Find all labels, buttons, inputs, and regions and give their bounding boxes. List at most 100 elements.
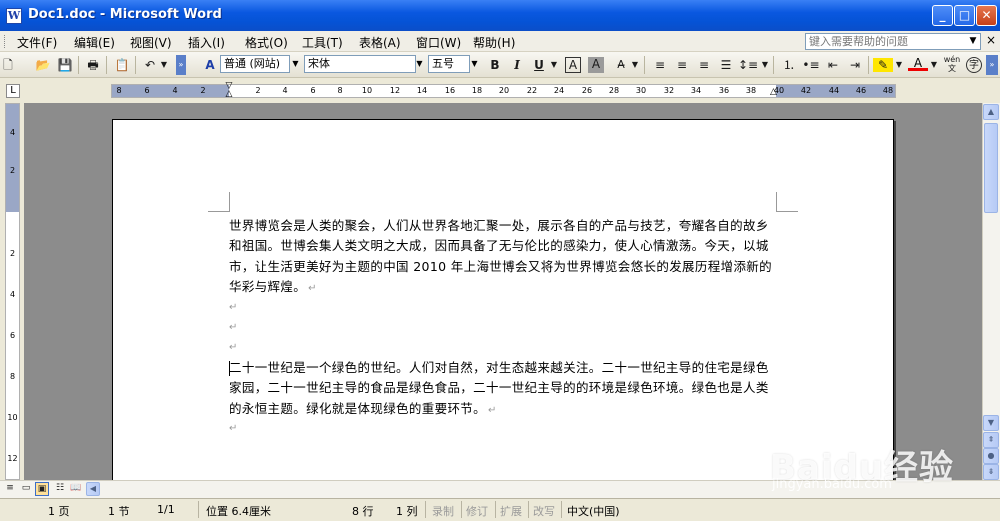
crop-mark-top-left <box>208 192 230 212</box>
vruler-tick: 2 <box>9 249 16 258</box>
ruler-tick: 26 <box>581 86 593 95</box>
ruler-tick: 38 <box>745 86 757 95</box>
normal-view-icon[interactable]: ≡ <box>3 482 17 496</box>
select-browse-object-icon[interactable]: ● <box>983 448 999 464</box>
menu-help[interactable]: 帮助(H) <box>473 34 515 51</box>
menu-grip[interactable] <box>4 35 6 48</box>
status-position: 位置 6.4厘米 <box>206 505 271 518</box>
status-language[interactable]: 中文(中国) <box>567 503 620 519</box>
paragraph-2[interactable]: 二十一世纪是一个绿色的世纪。人们对自然，对生态越来越关注。二十一世纪主导的住宅是… <box>229 358 777 421</box>
maximize-button[interactable]: □ <box>954 5 975 26</box>
font-size-combo[interactable]: 五号 <box>428 55 470 73</box>
toolbar-options-icon[interactable]: » <box>176 55 186 75</box>
status-extend-selection[interactable]: 扩展 <box>500 503 522 519</box>
right-indent-marker[interactable]: △ <box>770 87 777 97</box>
italic-button[interactable]: I <box>507 55 527 75</box>
undo-icon[interactable]: ↶ <box>140 55 160 75</box>
decrease-indent-icon[interactable]: ⇤ <box>823 55 843 75</box>
enclose-characters-button[interactable]: 字 <box>966 57 982 73</box>
font-dropdown-icon[interactable]: ▼ <box>414 56 425 72</box>
align-right-icon[interactable]: ≡ <box>694 55 714 75</box>
toolbar-separator <box>868 56 869 74</box>
next-page-icon[interactable]: ⇟ <box>983 464 999 480</box>
save-icon[interactable]: 💾 <box>55 55 75 75</box>
vruler-tick: 6 <box>9 331 16 340</box>
ruler-tick: 28 <box>608 86 620 95</box>
highlight-icon[interactable]: ✎ <box>873 58 893 72</box>
menu-file[interactable]: 文件(F) <box>17 34 57 51</box>
previous-page-icon[interactable]: ⇞ <box>983 432 999 448</box>
font-size-dropdown-icon[interactable]: ▼ <box>469 56 480 72</box>
highlight-dropdown-icon[interactable]: ▼ <box>894 55 904 75</box>
font-combo[interactable]: 宋体 <box>304 55 416 73</box>
outline-view-icon[interactable]: ☷ <box>53 482 67 496</box>
character-border-button[interactable]: A <box>565 57 581 73</box>
increase-indent-icon[interactable]: ⇥ <box>845 55 865 75</box>
empty-paragraph-mark[interactable]: ↵ <box>229 423 237 434</box>
font-color-button[interactable]: A <box>908 55 928 71</box>
menu-tools[interactable]: 工具(T) <box>302 34 343 51</box>
new-document-icon[interactable]: 🗋 <box>2 55 14 75</box>
print-layout-view-icon[interactable]: ▣ <box>35 482 49 496</box>
font-color-dropdown-icon[interactable]: ▼ <box>929 55 939 75</box>
close-window-button[interactable]: ✕ <box>976 5 997 26</box>
ruler-tick: 12 <box>389 86 401 95</box>
character-scale-icon[interactable]: A̶ <box>611 55 631 75</box>
text-cursor <box>229 361 230 376</box>
menu-format[interactable]: 格式(O) <box>245 34 288 51</box>
minimize-button[interactable]: _ <box>932 5 953 26</box>
status-track-changes[interactable]: 修订 <box>466 503 488 519</box>
menu-edit[interactable]: 编辑(E) <box>74 34 115 51</box>
underline-dropdown-icon[interactable]: ▼ <box>549 55 559 75</box>
character-shading-button[interactable]: A <box>588 57 604 73</box>
menu-view[interactable]: 视图(V) <box>130 34 172 51</box>
help-search-input[interactable]: 键入需要帮助的问题 <box>805 33 981 50</box>
ruler-tick: 2 <box>255 86 261 95</box>
ruler-tick: 2 <box>200 86 206 95</box>
scroll-down-icon[interactable]: ▼ <box>983 415 999 431</box>
status-line: 8 行 <box>352 505 374 518</box>
scroll-left-icon[interactable]: ◀ <box>86 482 100 496</box>
undo-dropdown-icon[interactable]: ▼ <box>159 55 169 75</box>
paragraph-1[interactable]: 世界博览会是人类的聚会，人们从世界各地汇聚一处，展示各自的产品与技艺，夸耀各自的… <box>229 216 777 299</box>
reading-layout-view-icon[interactable]: 📖 <box>69 482 83 496</box>
empty-paragraph-mark[interactable]: ↵ <box>229 322 237 333</box>
scroll-up-icon[interactable]: ▲ <box>983 104 999 120</box>
line-spacing-dropdown-icon[interactable]: ▼ <box>760 55 770 75</box>
menu-insert[interactable]: 插入(I) <box>188 34 225 51</box>
phonetic-guide-button[interactable]: wén 文 <box>942 55 962 75</box>
bold-button[interactable]: B <box>485 55 505 75</box>
menu-window[interactable]: 窗口(W) <box>416 34 461 51</box>
justify-icon[interactable]: ☰ <box>716 55 736 75</box>
empty-paragraph-mark[interactable]: ↵ <box>229 342 237 353</box>
numbering-icon[interactable]: ⒈ <box>779 55 799 75</box>
help-search-dropdown-icon[interactable]: ▼ <box>966 34 980 49</box>
document-close-button[interactable]: × <box>986 33 996 47</box>
baidu-watermark-url: jingyan.baidu.com <box>772 477 892 492</box>
underline-button[interactable]: U <box>529 55 549 75</box>
line-spacing-icon[interactable]: ↕≡ <box>738 55 758 75</box>
status-overtype[interactable]: 改写 <box>533 503 555 519</box>
paragraph-mark: ↵ <box>488 404 497 416</box>
web-layout-view-icon[interactable]: ▭ <box>19 482 33 496</box>
paste-icon[interactable]: 📋 <box>112 55 132 75</box>
align-left-icon[interactable]: ≡ <box>650 55 670 75</box>
open-folder-icon[interactable]: 📂 <box>33 55 53 75</box>
status-record-macro[interactable]: 录制 <box>432 503 454 519</box>
align-center-icon[interactable]: ≡ <box>672 55 692 75</box>
print-icon[interactable]: 🖶 <box>83 55 103 75</box>
first-line-indent-marker[interactable]: ▽ △ <box>224 82 234 102</box>
menu-table[interactable]: 表格(A) <box>359 34 401 51</box>
ruler-tick: 42 <box>800 86 812 95</box>
style-combo[interactable]: 普通 (网站) <box>220 55 290 73</box>
bullets-icon[interactable]: •≡ <box>801 55 821 75</box>
empty-paragraph-mark[interactable]: ↵ <box>229 302 237 313</box>
styles-pane-icon[interactable]: A <box>200 55 220 75</box>
word-app-icon[interactable]: W <box>6 8 22 24</box>
vertical-scroll-thumb[interactable] <box>984 123 998 213</box>
toolbar-more-icon[interactable]: » <box>986 55 998 75</box>
ruler-tick: 32 <box>663 86 675 95</box>
style-dropdown-icon[interactable]: ▼ <box>290 56 301 72</box>
character-scale-dropdown-icon[interactable]: ▼ <box>630 55 640 75</box>
tab-selector[interactable]: L <box>6 84 20 98</box>
